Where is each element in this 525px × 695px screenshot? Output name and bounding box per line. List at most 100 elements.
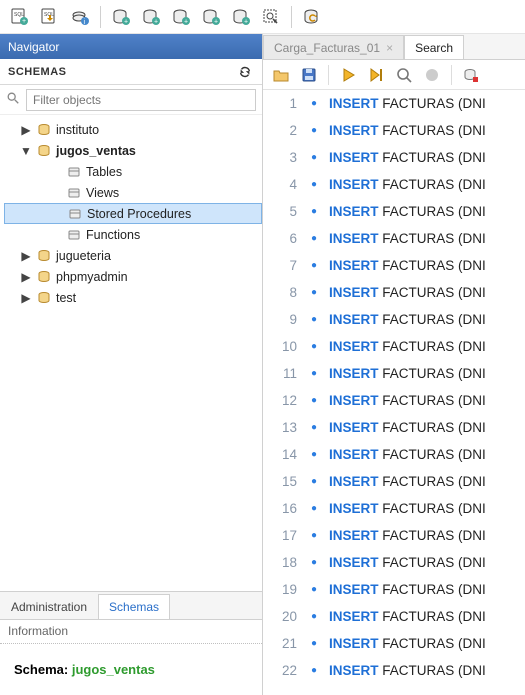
code-text: INSERT FACTURAS (DNI bbox=[323, 414, 525, 441]
editor-tab-file[interactable]: Carga_Facturas_01 × bbox=[263, 35, 404, 59]
line-number: 17 bbox=[263, 522, 305, 549]
statement-marker-icon: ● bbox=[305, 630, 323, 657]
line-number: 5 bbox=[263, 198, 305, 225]
tree-item[interactable]: ▶phpmyadmin bbox=[4, 266, 262, 287]
code-text: INSERT FACTURAS (DNI bbox=[323, 144, 525, 171]
tree-item[interactable]: Views bbox=[4, 182, 262, 203]
search-db-icon[interactable] bbox=[257, 4, 285, 30]
code-line[interactable]: 6●INSERT FACTURAS (DNI bbox=[263, 225, 525, 252]
code-line[interactable]: 16●INSERT FACTURAS (DNI bbox=[263, 495, 525, 522]
code-line[interactable]: 15●INSERT FACTURAS (DNI bbox=[263, 468, 525, 495]
navigator-title: Navigator bbox=[0, 34, 262, 59]
svg-text:+: + bbox=[154, 18, 158, 25]
code-line[interactable]: 22●INSERT FACTURAS (DNI bbox=[263, 657, 525, 684]
tree-item[interactable]: Functions bbox=[4, 224, 262, 245]
tree-item[interactable]: Tables bbox=[4, 161, 262, 182]
statement-marker-icon: ● bbox=[305, 306, 323, 333]
code-line[interactable]: 4●INSERT FACTURAS (DNI bbox=[263, 171, 525, 198]
line-number: 14 bbox=[263, 441, 305, 468]
navigator-bottom-tabs: Administration Schemas bbox=[0, 591, 262, 619]
code-line[interactable]: 18●INSERT FACTURAS (DNI bbox=[263, 549, 525, 576]
sql-editor[interactable]: 1●INSERT FACTURAS (DNI2●INSERT FACTURAS … bbox=[263, 90, 525, 695]
schema-tree[interactable]: ▶instituto▼jugos_ventasTablesViewsStored… bbox=[0, 115, 262, 591]
svg-text:+: + bbox=[244, 18, 248, 25]
line-number: 20 bbox=[263, 603, 305, 630]
code-line[interactable]: 21●INSERT FACTURAS (DNI bbox=[263, 630, 525, 657]
database-icon bbox=[36, 248, 52, 264]
line-number: 13 bbox=[263, 414, 305, 441]
statement-marker-icon: ● bbox=[305, 171, 323, 198]
database-icon bbox=[36, 143, 52, 159]
schemas-label: SCHEMAS bbox=[8, 66, 67, 78]
code-line[interactable]: 14●INSERT FACTURAS (DNI bbox=[263, 441, 525, 468]
refresh-schemas-icon[interactable] bbox=[236, 63, 254, 81]
close-tab-icon[interactable]: × bbox=[386, 41, 393, 55]
statement-marker-icon: ● bbox=[305, 333, 323, 360]
statement-marker-icon: ● bbox=[305, 495, 323, 522]
line-number: 9 bbox=[263, 306, 305, 333]
tree-item[interactable]: ▶instituto bbox=[4, 119, 262, 140]
db-refresh-icon[interactable] bbox=[298, 4, 326, 30]
code-text: INSERT FACTURAS (DNI bbox=[323, 468, 525, 495]
code-line[interactable]: 8●INSERT FACTURAS (DNI bbox=[263, 279, 525, 306]
sql-open-icon[interactable]: SQL bbox=[36, 4, 64, 30]
proc-add-icon[interactable]: + bbox=[227, 4, 255, 30]
code-line[interactable]: 12●INSERT FACTURAS (DNI bbox=[263, 387, 525, 414]
table-edit-icon[interactable]: + bbox=[167, 4, 195, 30]
info-icon[interactable]: i bbox=[66, 4, 94, 30]
code-line[interactable]: 17●INSERT FACTURAS (DNI bbox=[263, 522, 525, 549]
line-number: 6 bbox=[263, 225, 305, 252]
sql-new-icon[interactable]: SQL+ bbox=[6, 4, 34, 30]
editor-tab-search[interactable]: Search bbox=[404, 35, 464, 59]
chevron-right-icon[interactable]: ▶ bbox=[20, 123, 32, 137]
code-line[interactable]: 2●INSERT FACTURAS (DNI bbox=[263, 117, 525, 144]
reconnect-icon[interactable] bbox=[459, 63, 483, 87]
statement-marker-icon: ● bbox=[305, 279, 323, 306]
open-file-icon[interactable] bbox=[269, 63, 293, 87]
chevron-right-icon[interactable]: ▶ bbox=[20, 249, 32, 263]
table-add-icon[interactable]: + bbox=[137, 4, 165, 30]
tree-item[interactable]: ▶test bbox=[4, 287, 262, 308]
schemas-header: SCHEMAS bbox=[0, 59, 262, 85]
line-number: 3 bbox=[263, 144, 305, 171]
statement-marker-icon: ● bbox=[305, 468, 323, 495]
line-number: 22 bbox=[263, 657, 305, 684]
svg-text:+: + bbox=[214, 18, 218, 25]
code-line[interactable]: 20●INSERT FACTURAS (DNI bbox=[263, 603, 525, 630]
run-icon[interactable] bbox=[336, 63, 360, 87]
chevron-down-icon[interactable]: ▼ bbox=[20, 144, 32, 158]
chevron-right-icon[interactable]: ▶ bbox=[20, 291, 32, 305]
code-line[interactable]: 19●INSERT FACTURAS (DNI bbox=[263, 576, 525, 603]
code-line[interactable]: 5●INSERT FACTURAS (DNI bbox=[263, 198, 525, 225]
filter-input[interactable] bbox=[26, 89, 256, 111]
database-icon bbox=[36, 122, 52, 138]
code-line[interactable]: 9●INSERT FACTURAS (DNI bbox=[263, 306, 525, 333]
save-icon[interactable] bbox=[297, 63, 321, 87]
code-line[interactable]: 3●INSERT FACTURAS (DNI bbox=[263, 144, 525, 171]
code-line[interactable]: 10●INSERT FACTURAS (DNI bbox=[263, 333, 525, 360]
tree-item[interactable]: Stored Procedures bbox=[4, 203, 262, 224]
information-body: Schema: jugos_ventas bbox=[0, 644, 262, 695]
tab-administration[interactable]: Administration bbox=[0, 594, 98, 619]
code-line[interactable]: 1●INSERT FACTURAS (DNI bbox=[263, 90, 525, 117]
code-text: INSERT FACTURAS (DNI bbox=[323, 360, 525, 387]
tree-item[interactable]: ▼jugos_ventas bbox=[4, 140, 262, 161]
statement-marker-icon: ● bbox=[305, 90, 323, 117]
explain-icon[interactable] bbox=[392, 63, 416, 87]
db-add-icon[interactable]: + bbox=[107, 4, 135, 30]
tab-schemas[interactable]: Schemas bbox=[98, 594, 170, 619]
column-add-icon[interactable]: + bbox=[197, 4, 225, 30]
code-line[interactable]: 7●INSERT FACTURAS (DNI bbox=[263, 252, 525, 279]
code-text: INSERT FACTURAS (DNI bbox=[323, 576, 525, 603]
tree-item[interactable]: ▶jugueteria bbox=[4, 245, 262, 266]
folder-table-icon bbox=[66, 164, 82, 180]
code-line[interactable]: 11●INSERT FACTURAS (DNI bbox=[263, 360, 525, 387]
search-icon bbox=[6, 91, 22, 108]
run-current-icon[interactable] bbox=[364, 63, 388, 87]
statement-marker-icon: ● bbox=[305, 225, 323, 252]
code-line[interactable]: 13●INSERT FACTURAS (DNI bbox=[263, 414, 525, 441]
svg-text:+: + bbox=[184, 18, 188, 25]
statement-marker-icon: ● bbox=[305, 360, 323, 387]
stop-icon[interactable] bbox=[420, 63, 444, 87]
chevron-right-icon[interactable]: ▶ bbox=[20, 270, 32, 284]
